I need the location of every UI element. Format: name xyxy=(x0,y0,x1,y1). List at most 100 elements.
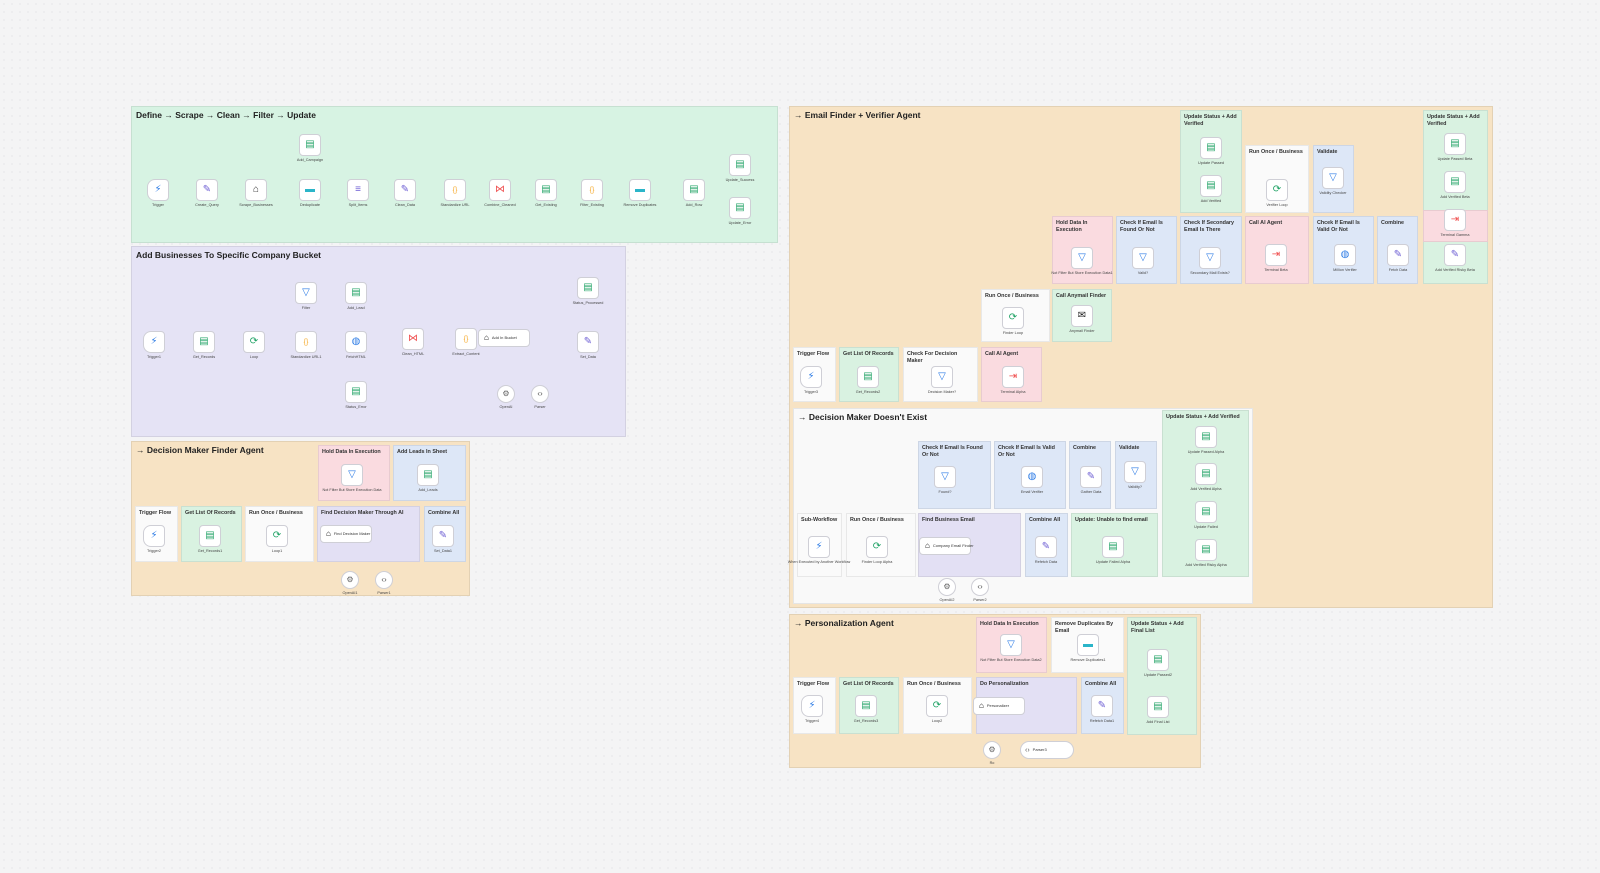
sticky-title: Check If Secondary Email Is There xyxy=(1184,220,1235,233)
refetch-data1-node[interactable]: ✎ xyxy=(1091,695,1113,717)
add-in-bucket-node[interactable]: ⌂ Add In Bucket xyxy=(478,329,530,347)
trigger-node[interactable]: ⚡ xyxy=(147,179,169,201)
parser-node[interactable]: ‹› xyxy=(531,385,549,403)
million-verifier-node[interactable]: ◍ xyxy=(1334,244,1356,266)
set-data1-node[interactable]: ✎ xyxy=(432,525,454,547)
ro-node[interactable]: ⚙ xyxy=(983,741,1001,759)
remove-duplicates1-node[interactable]: ▬ xyxy=(1077,634,1099,656)
terminal-beta-node[interactable]: ⇥ xyxy=(1265,244,1287,266)
update-failed-node[interactable]: ▤ xyxy=(1195,501,1217,523)
finder-loop-alpha-node[interactable]: ⟳ xyxy=(866,536,888,558)
finder-loop-node[interactable]: ⟳ xyxy=(1002,307,1024,329)
add-lead-node[interactable]: ▤ xyxy=(345,282,367,304)
sheets-icon: ▤ xyxy=(351,386,361,397)
trigger2-node[interactable]: ⚡ xyxy=(143,525,165,547)
filter-node[interactable]: ▽ xyxy=(295,282,317,304)
group-title: Add Businesses To Specific Company Bucke… xyxy=(136,250,321,260)
terminal-gamma-node[interactable]: ⇥ xyxy=(1444,209,1466,231)
anymail-finder-node[interactable]: ✉ xyxy=(1071,305,1093,327)
parser-icon: ‹› xyxy=(1025,746,1030,754)
sticky-title: Call AI Agent xyxy=(985,351,1019,357)
openai2-node[interactable]: ⚙ xyxy=(938,578,956,596)
not-filter2-node[interactable]: ▽ xyxy=(1000,634,1022,656)
clean-data-node[interactable]: ✎ xyxy=(394,179,416,201)
when-executed-node[interactable]: ⚡ xyxy=(808,536,830,558)
add-verified-risky-beta-node[interactable]: ✎ xyxy=(1444,244,1466,266)
not-filter1-node[interactable]: ▽ xyxy=(1071,247,1093,269)
trigger4-node[interactable]: ⚡ xyxy=(801,695,823,717)
get-existing-node[interactable]: ▤ xyxy=(535,179,557,201)
update-passed2-node[interactable]: ▤ xyxy=(1147,649,1169,671)
decision-maker-node[interactable]: ▽ xyxy=(931,366,953,388)
deduplicate-node[interactable]: ▬ xyxy=(299,179,321,201)
globe-icon: ◍ xyxy=(1027,471,1037,482)
openai-node[interactable]: ⚙ xyxy=(497,385,515,403)
combine-cleaned-node[interactable]: ⋈ xyxy=(489,179,511,201)
refetch-data-node[interactable]: ✎ xyxy=(1035,536,1057,558)
update-success-node[interactable]: ▤ xyxy=(729,154,751,176)
standardize-url-node[interactable]: {} xyxy=(444,179,466,201)
update-passed-beta-node[interactable]: ▤ xyxy=(1444,133,1466,155)
clean-html-node[interactable]: ⋈ xyxy=(402,328,424,350)
filter-existing-node[interactable]: {} xyxy=(581,179,603,201)
found-node[interactable]: ▽ xyxy=(934,466,956,488)
add-row-node[interactable]: ▤ xyxy=(683,179,705,201)
get-records3-node[interactable]: ▤ xyxy=(855,695,877,717)
valid-node[interactable]: ▽ xyxy=(1132,247,1154,269)
add-leads-node[interactable]: ▤ xyxy=(417,464,439,486)
update-passed-alpha-node[interactable]: ▤ xyxy=(1195,426,1217,448)
loop-node[interactable]: ⟳ xyxy=(243,331,265,353)
find-decision-maker-node[interactable]: ⌂ Find Decision Maker xyxy=(320,525,372,543)
loop2-node[interactable]: ⟳ xyxy=(926,695,948,717)
fetchhtml-node[interactable]: ◍ xyxy=(345,331,367,353)
edit-icon: ✎ xyxy=(583,336,593,347)
terminal-alpha-node[interactable]: ⇥ xyxy=(1002,366,1024,388)
not-filter-node[interactable]: ▽ xyxy=(341,464,363,486)
add-verified-alpha-node[interactable]: ▤ xyxy=(1195,463,1217,485)
sticky-title: Trigger Flow xyxy=(797,351,830,357)
update-error-node[interactable]: ▤ xyxy=(729,197,751,219)
parser1-node[interactable]: ‹› xyxy=(375,571,393,589)
company-email-finder-node[interactable]: ⌂ Company Email Finder xyxy=(919,537,974,555)
add-campaign-node[interactable]: ▤ xyxy=(299,134,321,156)
trigger3-node[interactable]: ⚡ xyxy=(800,366,822,388)
node-label: Parser2 xyxy=(973,598,987,602)
secondary-mail-node[interactable]: ▽ xyxy=(1199,247,1221,269)
trigger1-node[interactable]: ⚡ xyxy=(143,331,165,353)
add-verified-risky-alpha-node[interactable]: ▤ xyxy=(1195,539,1217,561)
email-verifier-node[interactable]: ◍ xyxy=(1021,466,1043,488)
loop-icon: ⟳ xyxy=(872,541,882,552)
parser2-node[interactable]: ‹› xyxy=(971,578,989,596)
trigger-icon: ⚡ xyxy=(808,700,816,711)
loop1-node[interactable]: ⟳ xyxy=(266,525,288,547)
create-query-node[interactable]: ✎ xyxy=(196,179,218,201)
node-label: Update Failed xyxy=(1194,525,1218,529)
set-data-node[interactable]: ✎ xyxy=(577,331,599,353)
scrape-businesses-node[interactable]: ⌂ xyxy=(245,179,267,201)
personalizer-node[interactable]: ⌂ Personalizer xyxy=(973,697,1025,715)
workflow-canvas[interactable]: Define → Scrape → Clean → Filter → Updat… xyxy=(0,0,1600,873)
node-label: Clean_HTML xyxy=(401,352,425,356)
verifier-loop-node[interactable]: ⟳ xyxy=(1266,179,1288,201)
get-records1-node[interactable]: ▤ xyxy=(199,525,221,547)
split-items-node[interactable]: ≡ xyxy=(347,179,369,201)
get-records-node[interactable]: ▤ xyxy=(193,331,215,353)
validity-node[interactable]: ▽ xyxy=(1124,461,1146,483)
standardize-url1-node[interactable]: {} xyxy=(295,331,317,353)
openai1-node[interactable]: ⚙ xyxy=(341,571,359,589)
gather-data-node[interactable]: ✎ xyxy=(1080,466,1102,488)
update-passed-node[interactable]: ▤ xyxy=(1200,137,1222,159)
status-error-node[interactable]: ▤ xyxy=(345,381,367,403)
update-failed-alpha-node[interactable]: ▤ xyxy=(1102,536,1124,558)
remove-duplicates-node[interactable]: ▬ xyxy=(629,179,651,201)
add-verified-node[interactable]: ▤ xyxy=(1200,175,1222,197)
add-final-list-node[interactable]: ▤ xyxy=(1147,696,1169,718)
add-verified-beta-node[interactable]: ▤ xyxy=(1444,171,1466,193)
status-processed-node[interactable]: ▤ xyxy=(577,277,599,299)
group-define-scrape[interactable]: Define → Scrape → Clean → Filter → Updat… xyxy=(131,106,778,243)
get-records2-node[interactable]: ▤ xyxy=(857,366,879,388)
validity-checker-node[interactable]: ▽ xyxy=(1322,167,1344,189)
fetch-data-node[interactable]: ✎ xyxy=(1387,244,1409,266)
extract-content-node[interactable]: {} xyxy=(455,328,477,350)
parser3-node[interactable]: ‹› Parser3 xyxy=(1020,741,1074,759)
